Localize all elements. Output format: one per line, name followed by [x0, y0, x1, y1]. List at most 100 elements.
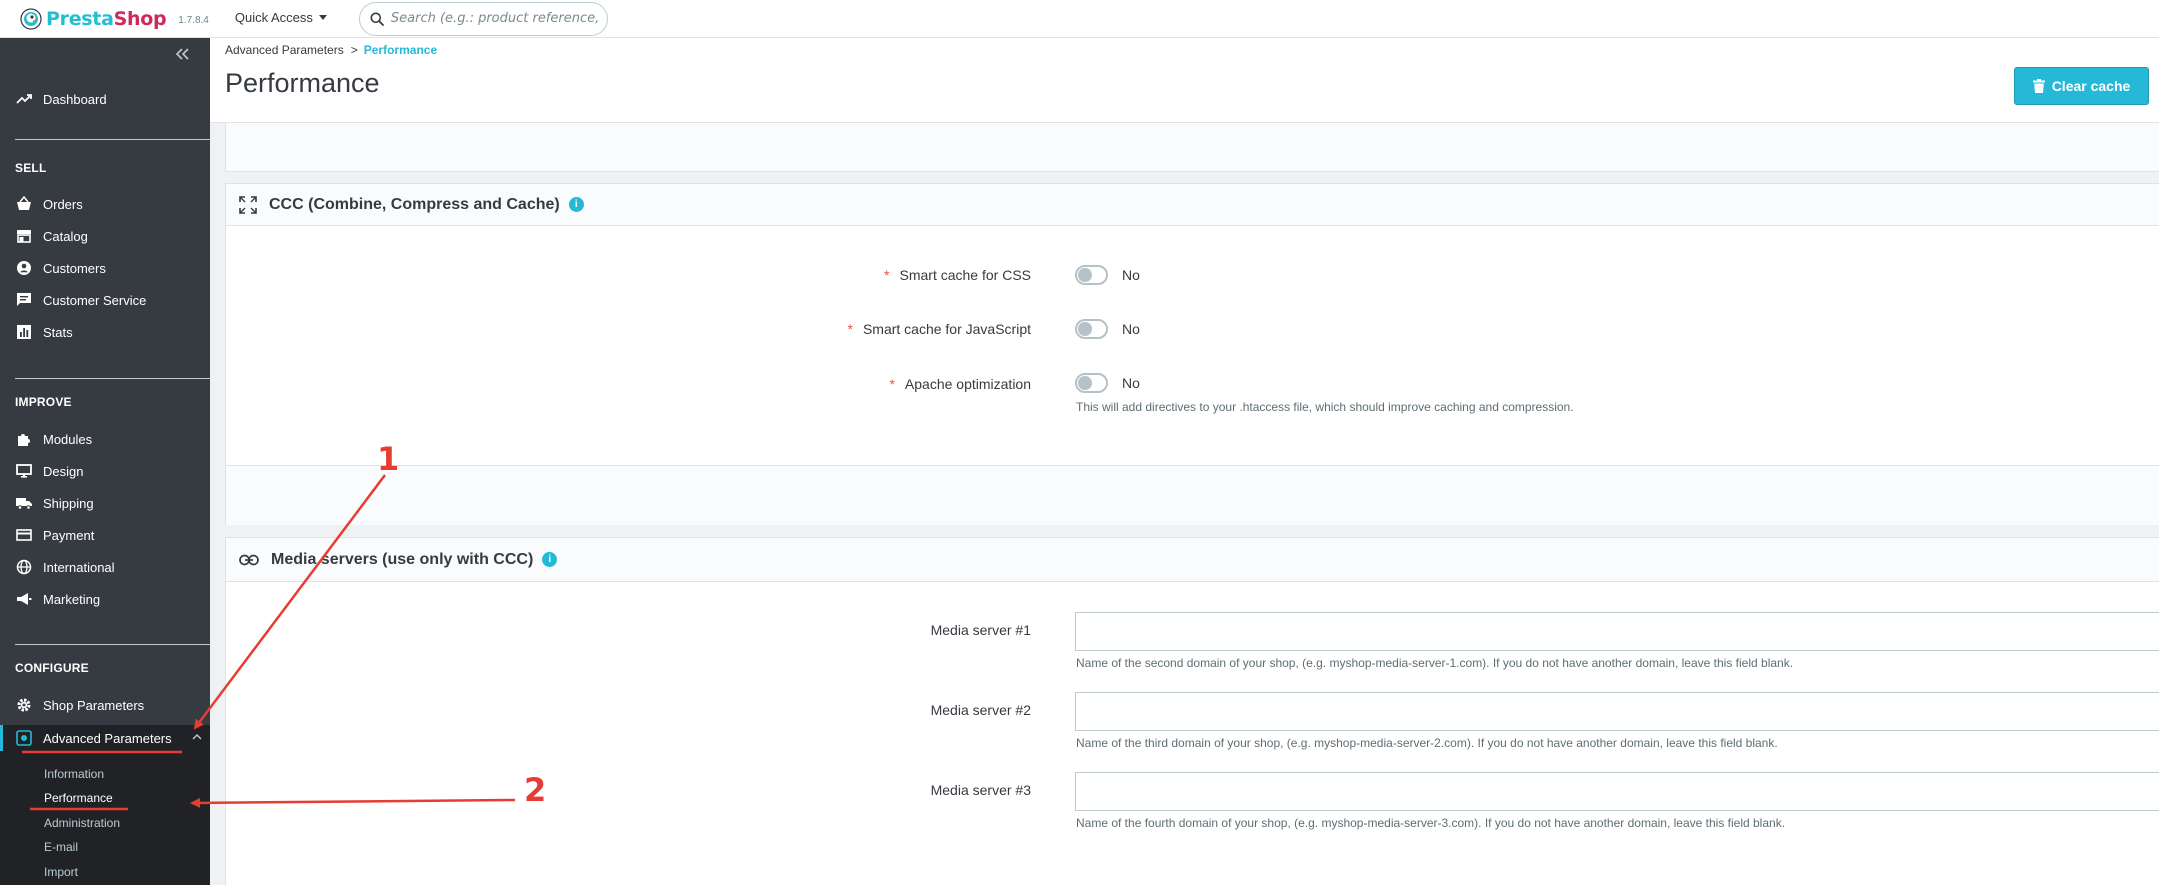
sidebar-item-catalog[interactable]: Catalog: [0, 224, 210, 248]
breadcrumb-separator: >: [350, 43, 358, 57]
media-server-1-help: Name of the second domain of your shop, …: [1076, 656, 1794, 670]
bar-chart-icon: [16, 324, 32, 340]
ccc-panel-footer: [226, 465, 2159, 525]
link-icon: [239, 554, 259, 566]
sidebar-item-payment[interactable]: Payment: [0, 523, 210, 547]
sidebar-item-label: Customer Service: [43, 292, 147, 308]
media-servers-panel-title: Media servers (use only with CCC): [271, 550, 534, 568]
sidebar: Dashboard SELL Orders Catalog Customers …: [0, 38, 210, 885]
ccc-panel-heading: CCC (Combine, Compress and Cache) i: [226, 184, 2159, 226]
search-input[interactable]: [390, 11, 601, 26]
search-icon: [370, 12, 384, 26]
media-server-3-field[interactable]: [1075, 772, 2159, 811]
media-servers-panel: Media servers (use only with CCC) i Medi…: [225, 537, 2159, 885]
submenu-item-performance[interactable]: Performance: [44, 791, 113, 805]
media-server-2-help: Name of the third domain of your shop, (…: [1076, 736, 1778, 750]
apache-optimization-toggle[interactable]: [1075, 373, 1108, 393]
sidebar-item-shipping[interactable]: Shipping: [0, 491, 210, 515]
sidebar-divider: [15, 378, 210, 379]
submenu-item-information[interactable]: Information: [44, 767, 104, 781]
smart-cache-css-toggle[interactable]: [1075, 265, 1108, 285]
sidebar-section-configure: CONFIGURE: [15, 661, 89, 675]
breadcrumb-parent-link[interactable]: Advanced Parameters: [225, 43, 344, 57]
trending-up-icon: [16, 91, 32, 107]
credit-card-icon: [16, 527, 32, 543]
info-icon[interactable]: i: [568, 197, 584, 212]
sidebar-item-design[interactable]: Design: [0, 459, 210, 483]
chat-icon: [16, 292, 32, 308]
sidebar-item-dashboard[interactable]: Dashboard: [0, 87, 210, 111]
sidebar-item-customer-service[interactable]: Customer Service: [0, 288, 210, 312]
page-toolbar: Advanced Parameters > Performance Perfor…: [210, 38, 2159, 123]
sidebar-section-sell: SELL: [15, 161, 47, 175]
logo-wordmark: PrestaShop: [46, 7, 167, 30]
clear-cache-button[interactable]: Clear cache: [2014, 67, 2149, 105]
apache-optimization-label: * Apache optimization: [889, 376, 1031, 392]
media-servers-panel-heading: Media servers (use only with CCC) i: [226, 538, 2159, 582]
sidebar-item-label: Customers: [43, 260, 106, 276]
sidebar-item-label: Catalog: [43, 228, 88, 244]
version-label: 1.7.8.4: [178, 14, 209, 26]
store-icon: [16, 228, 32, 244]
submenu-item-email[interactable]: E-mail: [44, 840, 78, 854]
smart-cache-css-label: * Smart cache for CSS: [884, 267, 1031, 283]
sidebar-item-label: Payment: [43, 527, 95, 543]
media-server-1-field[interactable]: [1075, 612, 2159, 651]
puffin-logo-icon: [20, 7, 42, 30]
globe-icon: [16, 559, 32, 575]
smart-cache-css-value: No: [1122, 267, 1140, 283]
trash-icon: [2032, 79, 2045, 93]
quick-access-dropdown[interactable]: Quick Access: [235, 10, 327, 25]
truck-icon: [16, 495, 32, 511]
sidebar-item-customers[interactable]: Customers: [0, 256, 210, 280]
desktop-icon: [16, 463, 32, 479]
sidebar-item-advanced-parameters[interactable]: Advanced Parameters: [0, 725, 210, 751]
media-server-1-input[interactable]: [1076, 613, 2159, 650]
smart-cache-js-toggle[interactable]: [1075, 319, 1108, 339]
media-server-3-input[interactable]: [1076, 773, 2159, 810]
sidebar-item-label: Modules: [43, 431, 93, 447]
account-circle-icon: [16, 260, 32, 276]
sidebar-item-label: Dashboard: [43, 91, 107, 107]
previous-panel-footer: [225, 123, 2159, 172]
smart-cache-js-label: * Smart cache for JavaScript: [847, 321, 1031, 337]
breadcrumb: Advanced Parameters > Performance: [225, 43, 437, 57]
breadcrumb-current[interactable]: Performance: [364, 43, 437, 57]
caret-down-icon: [318, 15, 327, 20]
media-server-2-field[interactable]: [1075, 692, 2159, 731]
ccc-panel-title: CCC (Combine, Compress and Cache): [269, 195, 560, 213]
clear-cache-label: Clear cache: [2051, 78, 2131, 94]
sidebar-item-modules[interactable]: Modules: [0, 427, 210, 451]
submenu-item-administration[interactable]: Administration: [44, 816, 120, 830]
sidebar-item-stats[interactable]: Stats: [0, 320, 210, 344]
puzzle-icon: [16, 431, 32, 447]
sidebar-section-improve: IMPROVE: [15, 395, 72, 409]
search-box[interactable]: [358, 1, 608, 36]
page-title: Performance: [225, 68, 380, 98]
megaphone-icon: [16, 591, 32, 607]
sidebar-item-label: Orders: [43, 196, 83, 212]
settings-box-icon: [16, 730, 32, 746]
annotation-number-2: 2: [524, 771, 547, 809]
collapse-sidebar-icon[interactable]: [176, 48, 190, 60]
sidebar-item-label: Marketing: [43, 591, 101, 607]
smart-cache-js-value: No: [1122, 321, 1140, 337]
annotation-number-1: 1: [377, 440, 400, 478]
gear-icon: [16, 697, 32, 713]
quick-access-label: Quick Access: [234, 10, 313, 25]
sidebar-divider: [15, 139, 210, 140]
expand-icon: [239, 195, 257, 214]
shopping-basket-icon: [16, 196, 32, 212]
sidebar-item-label: Shop Parameters: [43, 697, 145, 713]
submenu-item-import[interactable]: Import: [44, 865, 78, 879]
sidebar-item-marketing[interactable]: Marketing: [0, 587, 210, 611]
ccc-panel: CCC (Combine, Compress and Cache) i * Sma…: [225, 183, 2159, 525]
sidebar-item-label: Advanced Parameters: [43, 730, 172, 746]
sidebar-item-orders[interactable]: Orders: [0, 192, 210, 216]
sidebar-item-international[interactable]: International: [0, 555, 210, 579]
media-server-2-input[interactable]: [1076, 693, 2159, 730]
prestashop-logo[interactable]: PrestaShop: [20, 7, 167, 30]
apache-optimization-help: This will add directives to your .htacce…: [1076, 400, 1574, 414]
info-icon[interactable]: i: [542, 552, 558, 567]
sidebar-item-shop-parameters[interactable]: Shop Parameters: [0, 693, 210, 717]
